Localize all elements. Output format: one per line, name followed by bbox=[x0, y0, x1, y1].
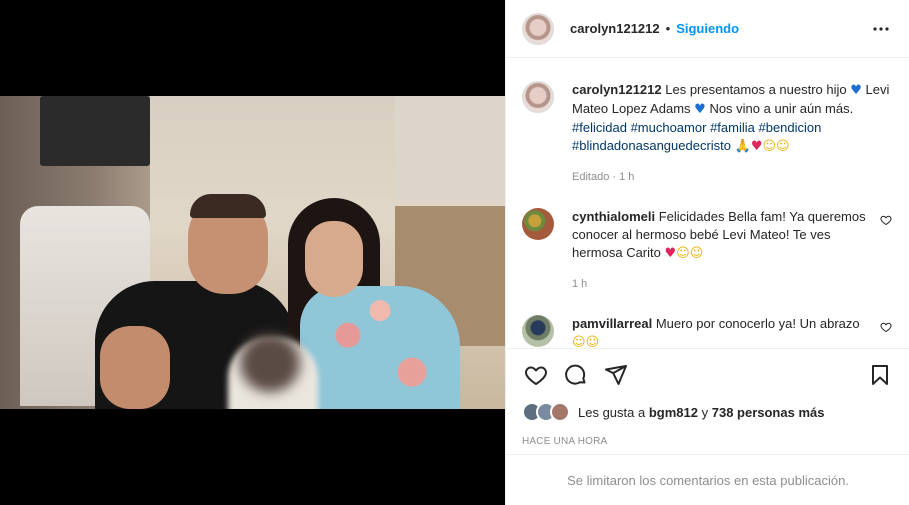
like-comment-heart-icon[interactable] bbox=[880, 321, 894, 348]
photo-man-hair bbox=[190, 194, 266, 218]
red-heart-icon: ♥ bbox=[664, 246, 677, 261]
smiling-hearts-icon: ☺ bbox=[676, 246, 690, 261]
like-comment-heart-icon[interactable] bbox=[880, 214, 894, 293]
post-side-panel: carolyn121212 • Siguiendo carolyn121212 … bbox=[505, 0, 909, 505]
caption-row: carolyn121212 Les presentamos a nuestro … bbox=[522, 81, 894, 186]
caption-avatar[interactable] bbox=[522, 81, 554, 113]
hashtag-link[interactable]: #muchoamor bbox=[631, 120, 707, 135]
comment-username[interactable]: pamvillarreal bbox=[572, 316, 652, 331]
comments-limited-notice: Se limitaron los comentarios en esta pub… bbox=[506, 454, 909, 505]
comment-icon[interactable] bbox=[562, 361, 590, 389]
heart-eyes-icon: ☺ bbox=[585, 335, 600, 349]
red-heart-icon: ♥ bbox=[750, 139, 763, 154]
more-icon[interactable] bbox=[869, 17, 893, 41]
hashtag-link[interactable]: #blindadonasanguedecristo bbox=[572, 138, 731, 153]
caption-username[interactable]: carolyn121212 bbox=[572, 82, 662, 97]
caption-edited-time: Editado · 1 h bbox=[572, 171, 635, 183]
hashtag-link[interactable]: #familia bbox=[710, 120, 755, 135]
post-photo[interactable] bbox=[0, 96, 505, 409]
comment-avatar[interactable] bbox=[522, 315, 554, 347]
header-separator: • bbox=[665, 21, 671, 36]
comments-list[interactable]: carolyn121212 Les presentamos a nuestro … bbox=[506, 59, 909, 349]
hugging-face-icon: ☺ bbox=[572, 335, 586, 349]
comment-body: pamvillarreal Muero por conocerlo ya! Un… bbox=[572, 315, 872, 349]
heart-eyes-icon: ☺ bbox=[689, 246, 704, 261]
comment-avatar[interactable] bbox=[522, 208, 554, 240]
following-button[interactable]: Siguiendo bbox=[676, 21, 739, 36]
author-avatar[interactable] bbox=[522, 12, 554, 45]
heart-eyes-icon: ☺ bbox=[776, 139, 790, 154]
action-bar bbox=[522, 360, 894, 390]
likes-text: Les gusta a bgm812 y 738 personas más bbox=[578, 405, 824, 420]
caption-text-3: Nos vino a unir aún más. bbox=[709, 101, 854, 116]
likes-middle: y bbox=[701, 404, 709, 420]
smiling-hearts-icon: ☺ bbox=[762, 139, 777, 154]
bookmark-icon[interactable] bbox=[866, 361, 894, 389]
caption-body: carolyn121212 Les presentamos a nuestro … bbox=[572, 81, 894, 186]
comment-row: pamvillarreal Muero por conocerlo ya! Un… bbox=[522, 315, 894, 349]
post-timestamp[interactable]: HACE UNA HORA bbox=[522, 436, 607, 447]
photo-man-arm bbox=[100, 326, 170, 409]
hashtag-link[interactable]: #bendicion bbox=[758, 120, 821, 135]
photo-woman-robe bbox=[300, 286, 460, 409]
comment-username[interactable]: cynthialomeli bbox=[572, 209, 655, 224]
comment-time[interactable]: 1 h bbox=[572, 275, 872, 293]
post-media[interactable] bbox=[0, 0, 505, 505]
photo-equipment bbox=[395, 96, 505, 201]
photo-baby-head-blurred bbox=[240, 334, 300, 392]
comment-row: cynthialomeli Felicidades Bella fam! Ya … bbox=[522, 208, 894, 293]
blue-heart-icon: ♥ bbox=[694, 102, 706, 117]
blue-heart-icon: ♥ bbox=[850, 83, 862, 98]
comment-text: Muero por conocerlo ya! Un abrazo bbox=[655, 316, 860, 331]
photo-monitor bbox=[40, 96, 150, 166]
liker-avatar bbox=[550, 402, 570, 422]
hashtag-link[interactable]: #felicidad bbox=[572, 120, 627, 135]
post-header: carolyn121212 • Siguiendo bbox=[506, 0, 909, 58]
praying-hands-icon: 🙏 bbox=[734, 139, 751, 154]
heart-icon[interactable] bbox=[522, 361, 550, 389]
caption-text-1: Les presentamos a nuestro hijo bbox=[665, 82, 847, 97]
photo-woman-face bbox=[305, 221, 363, 297]
likes-prefix: Les gusta a bbox=[578, 404, 646, 420]
author-username[interactable]: carolyn121212 bbox=[570, 21, 660, 36]
comment-body: cynthialomeli Felicidades Bella fam! Ya … bbox=[572, 208, 872, 293]
likes-summary: Les gusta a bgm812 y 738 personas más bbox=[522, 402, 824, 422]
likes-user-link[interactable]: bgm812 bbox=[649, 405, 698, 420]
likes-count-link[interactable]: 738 personas más bbox=[712, 405, 825, 420]
share-icon[interactable] bbox=[602, 361, 630, 389]
